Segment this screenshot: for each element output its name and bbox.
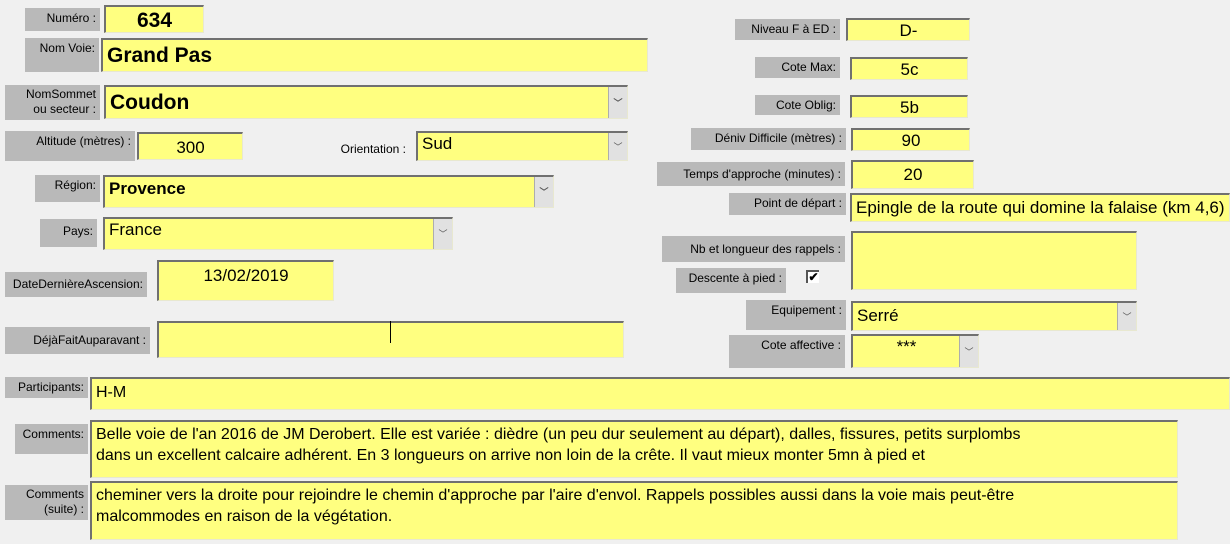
deniv-field[interactable]: 90 bbox=[851, 128, 970, 151]
region-value: Provence bbox=[109, 179, 186, 198]
region-combo[interactable]: Provence ﹀ bbox=[103, 175, 554, 208]
pays-value: France bbox=[109, 220, 162, 239]
temps-approche-field[interactable]: 20 bbox=[851, 160, 974, 189]
region-label: Région: bbox=[35, 175, 100, 202]
cote-oblig-field[interactable]: 5b bbox=[850, 95, 968, 118]
descente-label: Descente à pied : bbox=[676, 268, 786, 293]
deniv-label: Déniv Difficile (mètres) : bbox=[691, 128, 846, 150]
text-cursor bbox=[390, 321, 391, 343]
niveau-field[interactable]: D- bbox=[846, 18, 970, 41]
numero-label: Numéro : bbox=[25, 8, 100, 31]
chevron-down-icon[interactable]: ﹀ bbox=[433, 219, 452, 249]
participants-field[interactable]: H-M bbox=[90, 377, 1230, 410]
point-depart-label: Point de départ : bbox=[729, 193, 846, 215]
pays-combo[interactable]: France ﹀ bbox=[103, 217, 453, 250]
orientation-label: Orientation : bbox=[340, 142, 406, 156]
cote-oblig-label: Cote Oblig: bbox=[755, 95, 840, 115]
equipement-label: Equipement : bbox=[746, 300, 846, 330]
nom-sommet-label: NomSommet ou secteur : bbox=[5, 85, 100, 120]
numero-field[interactable]: 634 bbox=[104, 5, 204, 33]
nom-voie-field[interactable]: Grand Pas bbox=[101, 38, 648, 72]
temps-approche-label: Temps d'approche (minutes) : bbox=[657, 162, 845, 186]
deja-fait-label: DéjàFaitAuparavant : bbox=[5, 327, 150, 354]
chevron-down-icon[interactable]: ﹀ bbox=[1117, 303, 1136, 330]
date-derniere-label: DateDernièreAscension: bbox=[5, 272, 147, 297]
equipement-combo[interactable]: Serré ﹀ bbox=[851, 301, 1137, 331]
rappels-label: Nb et longueur des rappels : bbox=[662, 236, 845, 262]
equipement-value: Serré bbox=[857, 306, 899, 325]
comments-field[interactable]: Belle voie de l'an 2016 de JM Derobert. … bbox=[90, 420, 1178, 478]
cote-affective-label: Cote affective : bbox=[729, 335, 845, 368]
point-depart-field[interactable]: Epingle de la route qui domine la falais… bbox=[850, 193, 1230, 222]
date-derniere-field[interactable]: 13/02/2019 bbox=[157, 260, 334, 301]
niveau-label: Niveau F à ED : bbox=[735, 19, 840, 40]
altitude-label: Altitude (mètres) : bbox=[5, 131, 135, 161]
altitude-field[interactable]: 300 bbox=[137, 132, 243, 160]
rappels-field[interactable] bbox=[851, 231, 1137, 290]
chevron-down-icon[interactable]: ﹀ bbox=[959, 336, 978, 367]
pays-label: Pays: bbox=[40, 219, 97, 247]
comments-suite-field[interactable]: cheminer vers la droite pour rejoindre l… bbox=[90, 481, 1178, 540]
nom-sommet-value: Coudon bbox=[110, 91, 190, 114]
cote-max-field[interactable]: 5c bbox=[850, 57, 968, 80]
chevron-down-icon[interactable]: ﹀ bbox=[534, 177, 553, 207]
chevron-down-icon[interactable]: ﹀ bbox=[608, 133, 627, 160]
cote-max-label: Cote Max: bbox=[755, 57, 840, 78]
comments-label: Comments: bbox=[15, 424, 88, 454]
descente-checkbox[interactable]: ✔ bbox=[806, 270, 819, 283]
participants-label: Participants: bbox=[5, 377, 88, 398]
chevron-down-icon[interactable]: ﹀ bbox=[608, 87, 627, 118]
orientation-combo[interactable]: Sud ﹀ bbox=[416, 131, 628, 161]
nom-sommet-combo[interactable]: Coudon ﹀ bbox=[104, 85, 628, 119]
orientation-value: Sud bbox=[422, 134, 453, 153]
cote-affective-value: *** bbox=[896, 337, 917, 356]
cote-affective-combo[interactable]: *** ﹀ bbox=[851, 334, 979, 368]
comments-suite-label: Comments (suite) : bbox=[5, 485, 88, 520]
nom-voie-label: Nom Voie: bbox=[25, 38, 99, 72]
